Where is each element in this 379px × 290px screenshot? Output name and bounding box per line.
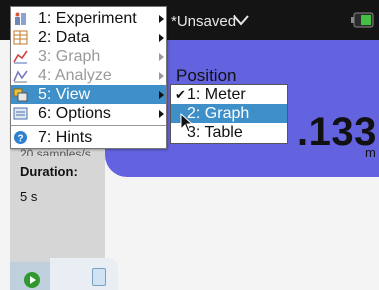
data-table-icon	[13, 30, 28, 45]
menu-item-label: 7: Hints	[38, 129, 93, 146]
duration-label: Duration:	[20, 164, 78, 179]
meter-unit: m	[365, 145, 376, 160]
checkmark-icon: ✔	[175, 87, 186, 102]
menu-item-graph[interactable]: 3: Graph	[11, 47, 166, 66]
submenu-item-label: 3: Table	[187, 124, 243, 141]
svg-text:?: ?	[17, 134, 23, 145]
menu-divider	[11, 125, 166, 126]
submenu-arrow-icon	[159, 15, 164, 23]
sensor-label[interactable]: Position	[176, 66, 236, 86]
submenu-arrow-icon	[159, 34, 164, 42]
battery-icon	[351, 12, 374, 28]
menu-item-label: 1: Experiment	[38, 10, 137, 27]
menu-item-view[interactable]: 5: View	[11, 85, 166, 104]
view-icon	[13, 88, 28, 102]
menu-item-label: 4: Analyze	[38, 67, 112, 84]
menu-item-label: 6: Options	[38, 105, 111, 122]
experiment-icon	[15, 12, 26, 25]
play-icon[interactable]	[24, 272, 40, 288]
document-title[interactable]: *Unsaved	[171, 13, 236, 30]
analyze-icon	[13, 70, 28, 83]
submenu-arrow-icon	[159, 110, 164, 118]
menu-item-experiment[interactable]: 1: Experiment	[11, 9, 166, 28]
menu-item-label: 3: Graph	[38, 48, 101, 65]
menu-item-label: 2: Data	[38, 29, 90, 46]
help-icon: ?	[14, 131, 27, 145]
mouse-pointer-icon	[180, 113, 194, 133]
menu-item-label: 5: View	[38, 86, 91, 103]
document-icon[interactable]	[92, 268, 106, 286]
menu-item-data[interactable]: 2: Data	[11, 28, 166, 47]
submenu-item-meter[interactable]: ✔ 1: Meter	[171, 85, 287, 104]
submenu-item-label: 1: Meter	[187, 86, 246, 103]
menu-item-hints[interactable]: ? 7: Hints	[11, 128, 166, 147]
submenu-arrow-icon	[159, 72, 164, 80]
options-icon	[13, 107, 28, 120]
graph-icon	[13, 50, 28, 64]
submenu-arrow-icon	[159, 91, 164, 99]
tab-document[interactable]	[50, 258, 118, 290]
duration-value[interactable]: 5 s	[20, 189, 37, 204]
submenu-item-label: 2: Graph	[187, 105, 250, 122]
menu-item-analyze[interactable]: 4: Analyze	[11, 66, 166, 85]
menu-item-options[interactable]: 6: Options	[11, 104, 166, 123]
submenu-arrow-icon	[159, 53, 164, 61]
chevron-down-icon[interactable]	[233, 14, 249, 26]
